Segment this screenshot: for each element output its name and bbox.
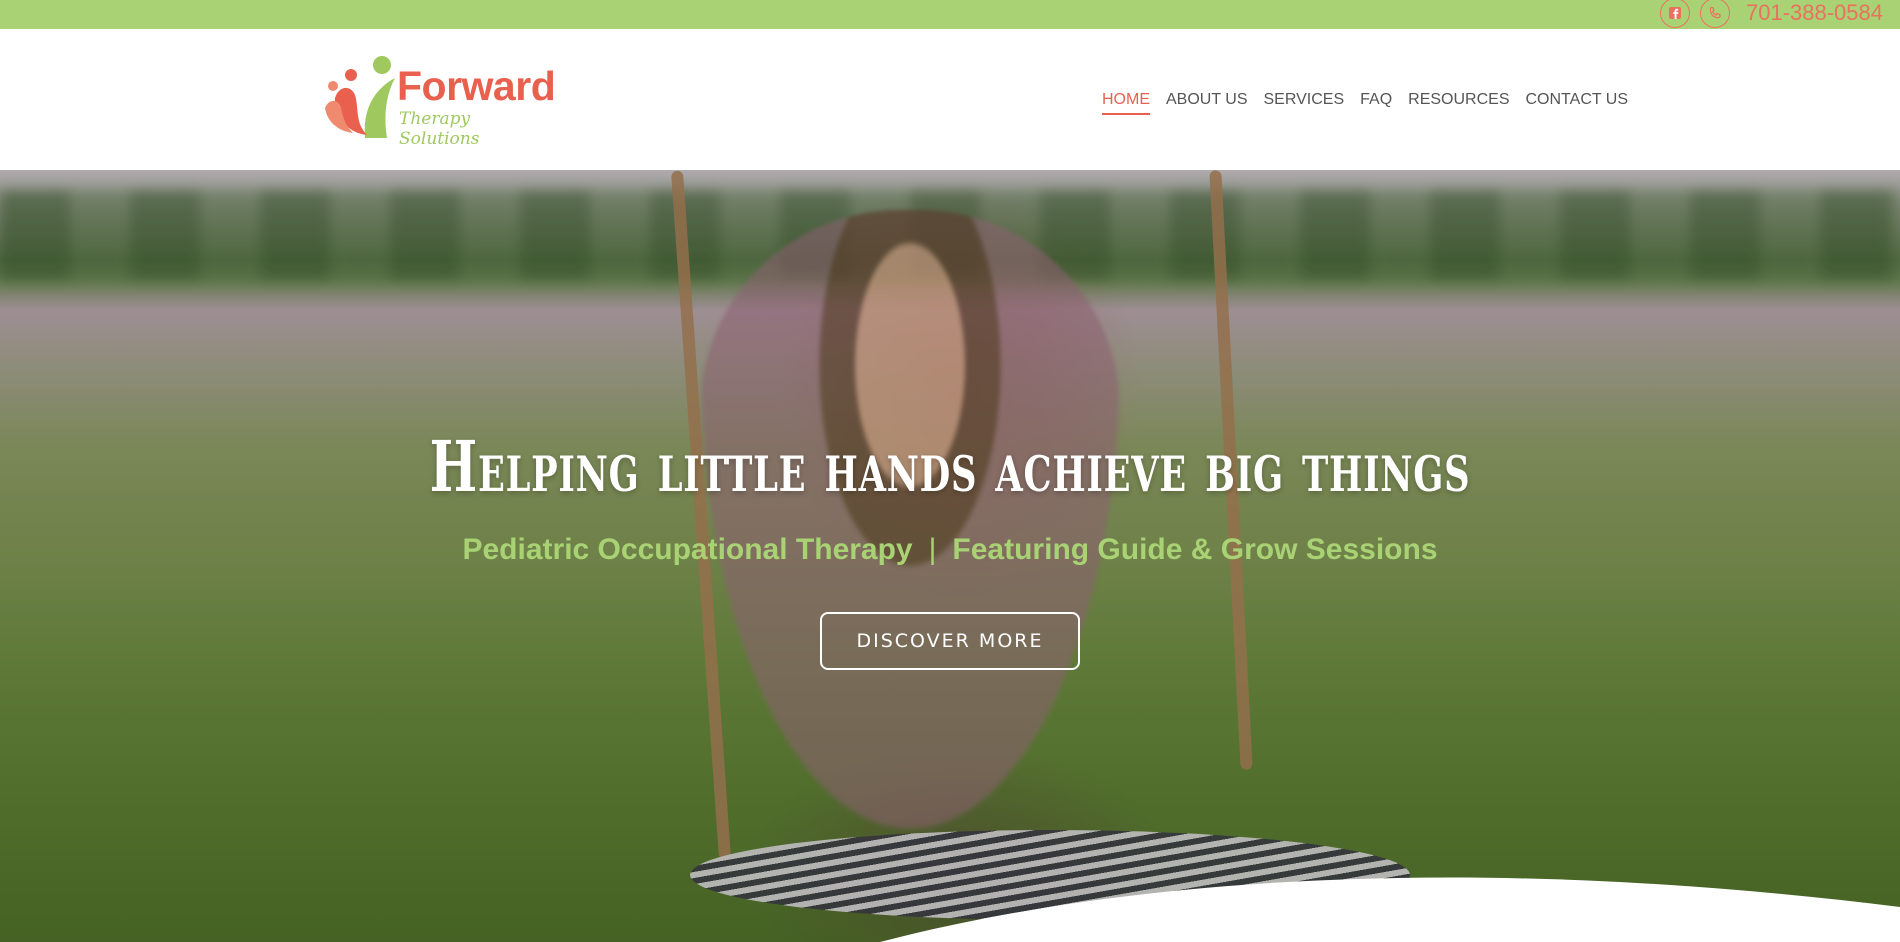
hero-bottom-wave — [880, 877, 1900, 942]
logo-tagline: Therapy Solutions — [399, 109, 480, 149]
hero-subtitle-separator: | — [928, 533, 937, 566]
hero-title: Helping little hands achieve big things — [429, 425, 1471, 508]
nav-item-services[interactable]: SERVICES — [1264, 91, 1345, 115]
phone-number-link[interactable]: 701-388-0584 — [1746, 0, 1883, 26]
hero-subtitle-right: Featuring Guide & Grow Sessions — [952, 533, 1438, 566]
hero-subtitle: Pediatric Occupational Therapy | Featuring… — [0, 533, 1900, 567]
top-bar: 701-388-0584 — [0, 0, 1900, 29]
logo-mark-icon — [325, 56, 395, 138]
main-nav: HOME ABOUT US SERVICES FAQ RESOURCES CON… — [1102, 91, 1628, 115]
logo-name: Forward — [397, 63, 556, 109]
discover-more-button[interactable]: DISCOVER MORE — [820, 612, 1080, 670]
facebook-icon[interactable] — [1659, 0, 1690, 28]
nav-item-contact-us[interactable]: CONTACT US — [1526, 91, 1629, 115]
nav-item-about-us[interactable]: ABOUT US — [1166, 91, 1248, 115]
phone-icon[interactable] — [1699, 0, 1730, 28]
site-logo[interactable]: Forward Therapy Solutions — [325, 53, 556, 149]
top-bar-contact: 701-388-0584 — [1659, 0, 1883, 28]
nav-item-resources[interactable]: RESOURCES — [1408, 91, 1509, 115]
nav-item-home[interactable]: HOME — [1102, 91, 1150, 115]
nav-item-faq[interactable]: FAQ — [1360, 91, 1392, 115]
site-header: Forward Therapy Solutions HOME ABOUT US … — [0, 29, 1900, 170]
hero-section: Helping little hands achieve big things … — [0, 170, 1900, 942]
hero-subtitle-left: Pediatric Occupational Therapy — [462, 533, 913, 566]
